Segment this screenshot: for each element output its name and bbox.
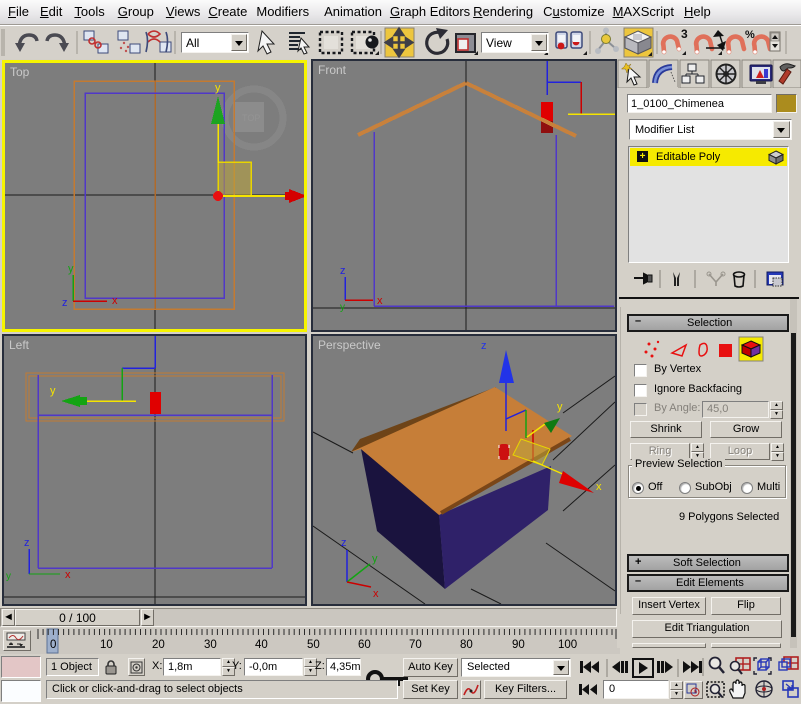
svg-text:TOP: TOP [242,113,260,123]
svg-text:z: z [340,265,346,277]
svg-text:y: y [50,385,56,397]
svg-text:y: y [557,401,563,413]
svg-text:y: y [6,571,11,582]
svg-text:x: x [373,588,379,600]
svg-text:70: 70 [409,639,422,651]
svg-text:0: 0 [50,639,56,651]
svg-text:x: x [377,295,383,307]
svg-text:10: 10 [100,639,113,651]
svg-text:20: 20 [152,639,165,651]
svg-text:100: 100 [558,639,577,651]
svg-text:50: 50 [307,639,320,651]
svg-text:y: y [340,302,345,313]
svg-text:x: x [65,569,71,581]
svg-text:z: z [24,537,30,549]
svg-text:z: z [481,340,487,352]
svg-text:60: 60 [358,639,371,651]
svg-text:x: x [112,295,118,307]
svg-text:3: 3 [681,27,688,41]
svg-text:30: 30 [204,639,217,651]
svg-text:%: % [745,29,755,41]
svg-text:z: z [62,297,68,309]
svg-text:80: 80 [460,639,473,651]
svg-text:40: 40 [255,639,268,651]
svg-text:x: x [596,481,602,493]
svg-text:y: y [372,553,378,565]
svg-text:y: y [68,263,74,275]
svg-text:90: 90 [512,639,525,651]
svg-text:z: z [341,537,347,549]
svg-text:y: y [215,82,221,94]
